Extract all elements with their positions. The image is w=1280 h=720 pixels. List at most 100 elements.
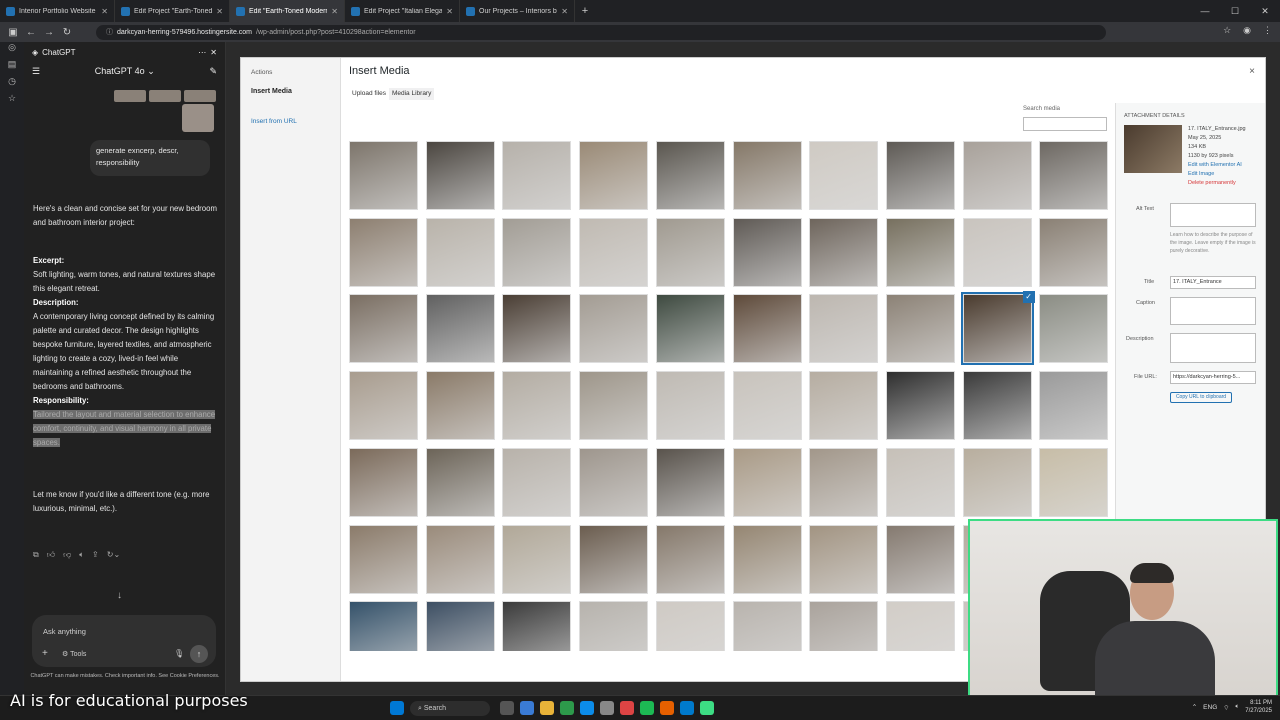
media-thumbnail[interactable] <box>1039 294 1109 364</box>
chatgpt-rail-icon[interactable]: ◎ <box>0 42 24 59</box>
composer-input[interactable]: Ask anything <box>43 627 86 636</box>
app-icon[interactable] <box>600 701 614 715</box>
profile-icon[interactable]: ◉ <box>1243 25 1251 36</box>
start-icon[interactable] <box>390 701 404 715</box>
thumbs-up-icon[interactable]: 👍︎ <box>47 550 55 560</box>
media-thumbnail[interactable] <box>502 371 572 441</box>
tab-close-icon[interactable]: ✕ <box>216 7 223 16</box>
media-thumbnail[interactable] <box>502 601 572 651</box>
lang-indicator[interactable]: ENG <box>1203 704 1217 711</box>
attach-plus-icon[interactable]: + <box>42 648 48 659</box>
microphone-icon[interactable]: 🎙︎ <box>174 649 184 658</box>
selected-check-icon[interactable]: ✓ <box>1022 291 1035 304</box>
close-panel-icon[interactable]: ✕ <box>210 48 217 57</box>
chevron-down-icon[interactable]: ⌄ <box>147 66 155 76</box>
model-selector[interactable]: ChatGPT 4o <box>95 66 145 76</box>
forward-icon[interactable]: → <box>40 27 58 38</box>
media-thumbnail[interactable] <box>732 294 802 364</box>
media-thumbnail[interactable] <box>885 141 955 210</box>
media-thumbnail[interactable] <box>502 294 572 364</box>
close-icon[interactable]: × <box>1249 66 1255 77</box>
media-thumbnail[interactable] <box>579 601 649 651</box>
media-thumbnail[interactable] <box>962 217 1032 287</box>
scroll-down-icon[interactable]: ↓ <box>117 590 122 601</box>
media-thumbnail[interactable] <box>502 141 572 210</box>
title-field[interactable]: 17. ITALY_Entrance <box>1170 276 1256 289</box>
edge-icon[interactable] <box>580 701 594 715</box>
media-thumbnail[interactable] <box>732 371 802 441</box>
media-thumbnail[interactable] <box>655 524 725 594</box>
task-view-icon[interactable] <box>500 701 514 715</box>
favorites-icon[interactable]: ☆ <box>0 93 24 110</box>
media-thumbnail[interactable] <box>655 217 725 287</box>
media-thumbnail[interactable] <box>579 294 649 364</box>
copy-url-button[interactable]: Copy URL to clipboard <box>1170 392 1232 403</box>
chrome-icon[interactable] <box>620 701 634 715</box>
tab-upload-files[interactable]: Upload files <box>349 88 389 100</box>
app-icon[interactable] <box>520 701 534 715</box>
media-thumbnail[interactable] <box>425 601 495 651</box>
media-thumbnail[interactable] <box>885 524 955 594</box>
bookmark-star-icon[interactable]: ☆ <box>1223 25 1231 36</box>
menu-insert-media[interactable]: Insert Media <box>251 88 292 95</box>
browser-tab[interactable]: Our Projects – Interiors by Gura... ✕ <box>460 0 575 22</box>
media-thumbnail[interactable] <box>885 371 955 441</box>
media-thumbnail[interactable] <box>579 524 649 594</box>
media-thumbnail[interactable] <box>349 601 418 651</box>
sidebar-icon[interactable]: ☰ <box>32 66 40 77</box>
media-thumbnail[interactable] <box>809 447 879 517</box>
media-thumbnail[interactable] <box>809 601 879 651</box>
media-thumbnail[interactable] <box>809 371 879 441</box>
app-icon[interactable] <box>700 701 714 715</box>
media-thumbnail[interactable] <box>425 141 495 210</box>
browser-tab[interactable]: Edit "Earth-Toned Modern Sop...✕ <box>230 0 345 22</box>
edit-image-link[interactable]: Edit Image <box>1188 170 1246 179</box>
description-field[interactable] <box>1170 333 1256 363</box>
tab-close-icon[interactable]: ✕ <box>331 7 338 16</box>
tab-close-icon[interactable]: ✕ <box>101 7 108 16</box>
url-field[interactable]: ⓘ darkcyan-herring-579496.hostingersite.… <box>96 24 1106 40</box>
media-thumbnail[interactable] <box>655 447 725 517</box>
file-explorer-icon[interactable] <box>540 701 554 715</box>
tray-chevron-icon[interactable]: ⌃ <box>1192 703 1197 711</box>
spotify-icon[interactable] <box>640 701 654 715</box>
delete-permanently-link[interactable]: Delete permanently <box>1188 179 1246 188</box>
media-thumbnail[interactable] <box>885 447 955 517</box>
tab-close-icon[interactable]: ✕ <box>446 7 453 16</box>
media-thumbnail[interactable] <box>579 217 649 287</box>
media-thumbnail[interactable] <box>1039 447 1109 517</box>
chat-composer[interactable]: Ask anything + ⚙ Tools 🎙︎ ↑ <box>32 615 216 667</box>
media-thumbnail[interactable] <box>425 217 495 287</box>
media-thumbnail[interactable] <box>349 217 418 287</box>
media-thumbnail[interactable] <box>732 601 802 651</box>
media-thumbnail[interactable] <box>1039 217 1109 287</box>
sidebar-toggle-icon[interactable]: ▣ <box>4 27 22 38</box>
media-thumbnail[interactable] <box>502 447 572 517</box>
media-thumbnail[interactable] <box>349 524 418 594</box>
vscode-icon[interactable] <box>680 701 694 715</box>
media-thumbnail[interactable] <box>809 141 879 210</box>
more-options-icon[interactable]: ⋯ <box>198 48 206 57</box>
media-thumbnail[interactable] <box>579 371 649 441</box>
tab-close-icon[interactable]: ✕ <box>561 7 568 16</box>
tab-media-library[interactable]: Media Library <box>388 88 435 100</box>
history-icon[interactable]: ◷ <box>0 76 24 93</box>
maximize-icon[interactable]: ☐ <box>1220 6 1250 17</box>
media-thumbnail[interactable] <box>349 141 418 210</box>
media-thumbnail[interactable] <box>425 524 495 594</box>
media-thumbnail[interactable] <box>732 141 802 210</box>
media-thumbnail[interactable] <box>962 447 1032 517</box>
media-thumbnail[interactable] <box>425 447 495 517</box>
back-icon[interactable]: ← <box>22 27 40 38</box>
clock[interactable]: 8:11 PM 7/27/2025 <box>1245 699 1272 715</box>
new-tab-icon[interactable]: + <box>575 5 595 17</box>
media-thumbnail[interactable] <box>349 371 418 441</box>
media-thumbnail[interactable] <box>732 524 802 594</box>
media-thumbnail[interactable] <box>1039 371 1109 441</box>
alt-text-field[interactable] <box>1170 203 1256 227</box>
media-thumbnail[interactable] <box>502 217 572 287</box>
browser-tab[interactable]: Edit Project "Earth-Toned Mod...✕ <box>115 0 230 22</box>
collections-icon[interactable]: ▤ <box>0 59 24 76</box>
media-thumbnail[interactable] <box>655 601 725 651</box>
read-aloud-icon[interactable]: 🔈︎ <box>79 550 84 560</box>
